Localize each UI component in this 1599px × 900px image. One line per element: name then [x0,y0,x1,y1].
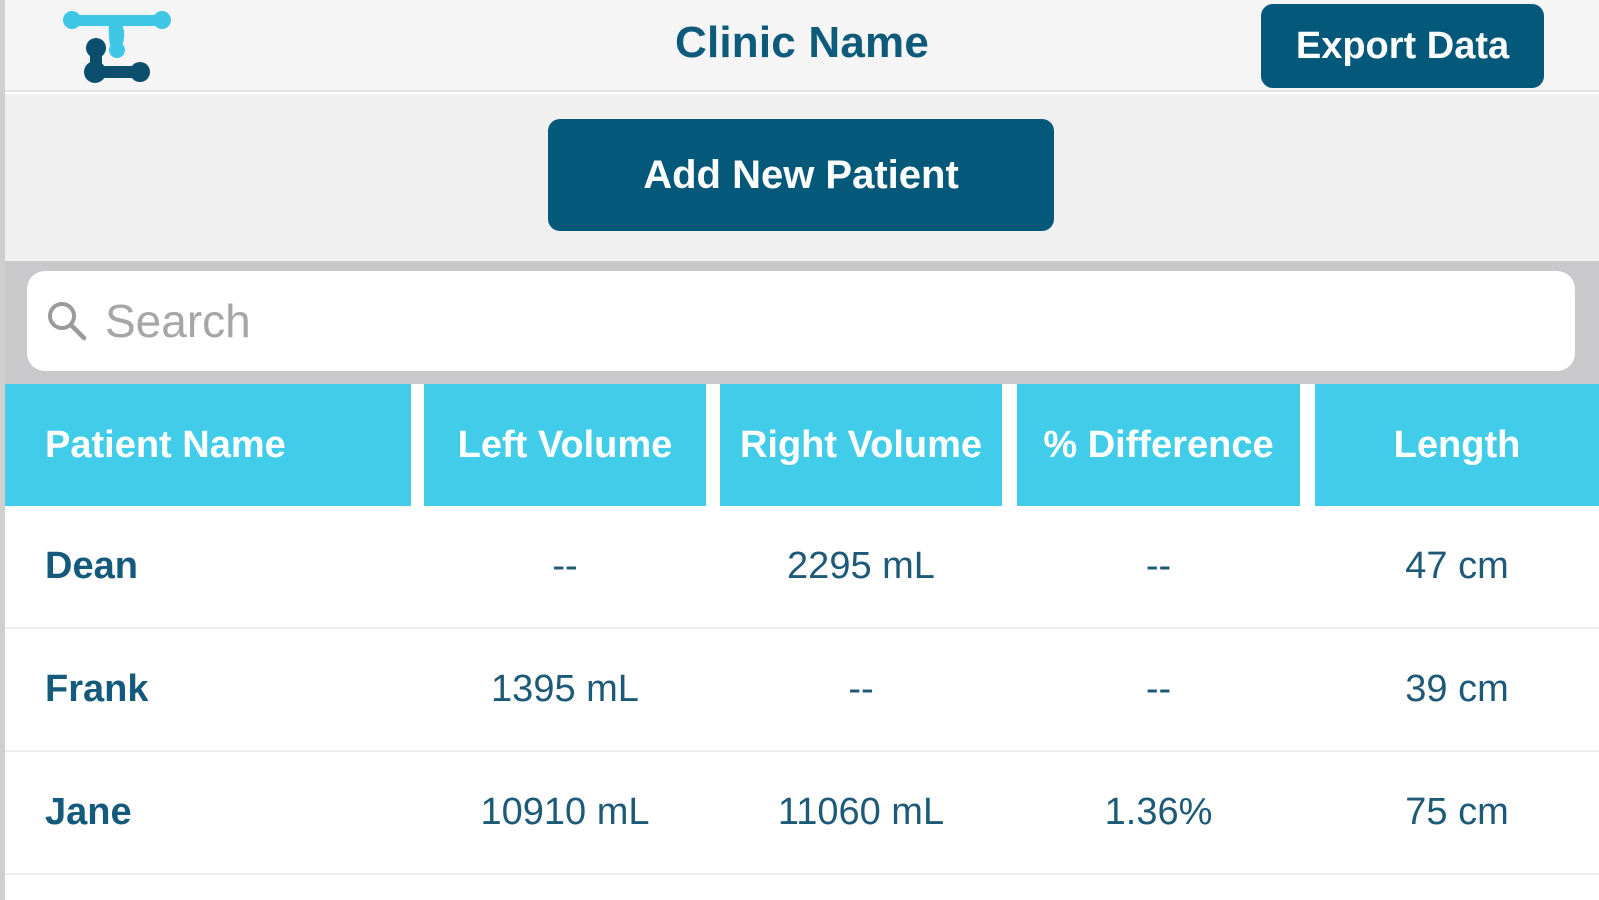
search-field[interactable] [27,271,1575,371]
length-cell: 39 cm [1405,668,1509,710]
add-new-patient-button[interactable]: Add New Patient [548,119,1054,231]
length-cell: 75 cm [1405,791,1509,833]
export-data-button[interactable]: Export Data [1261,4,1544,88]
patient-name-cell: Frank [45,668,149,710]
column-header-length[interactable]: Length [1315,384,1599,506]
actions-panel: Add New Patient [5,94,1599,261]
patient-table: Dean -- 2295 mL -- 47 cm Frank 1395 mL -… [5,506,1599,875]
table-row[interactable]: Jane 10910 mL 11060 mL 1.36% 75 cm [5,752,1599,875]
right-volume-cell: 2295 mL [787,545,935,587]
patient-name-cell: Jane [45,791,132,833]
table-row[interactable]: Frank 1395 mL -- -- 39 cm [5,629,1599,752]
column-header-right-volume[interactable]: Right Volume [720,384,1002,506]
search-icon [48,302,87,341]
column-header-percent-difference[interactable]: % Difference [1017,384,1300,506]
column-header-patient-name[interactable]: Patient Name [5,384,411,506]
column-header-left-volume[interactable]: Left Volume [424,384,706,506]
length-cell: 47 cm [1405,545,1509,587]
patient-name-cell: Dean [45,545,138,587]
navigation-bar: Clinic Name Export Data [5,0,1599,92]
search-bar [5,261,1599,384]
difference-cell: 1.36% [1104,791,1213,833]
table-row[interactable]: Dean -- 2295 mL -- 47 cm [5,506,1599,629]
right-volume-cell: -- [848,668,874,710]
left-volume-cell: -- [552,545,578,587]
table-header: Patient Name Left Volume Right Volume % … [5,384,1599,506]
difference-cell: -- [1145,545,1172,587]
search-input[interactable] [105,271,1555,371]
app-window: Clinic Name Export Data Add New Patient … [0,0,1599,900]
right-volume-cell: 11060 mL [777,791,945,833]
left-volume-cell: 10910 mL [480,791,650,833]
difference-cell: -- [1145,668,1172,710]
left-volume-cell: 1395 mL [491,668,639,710]
